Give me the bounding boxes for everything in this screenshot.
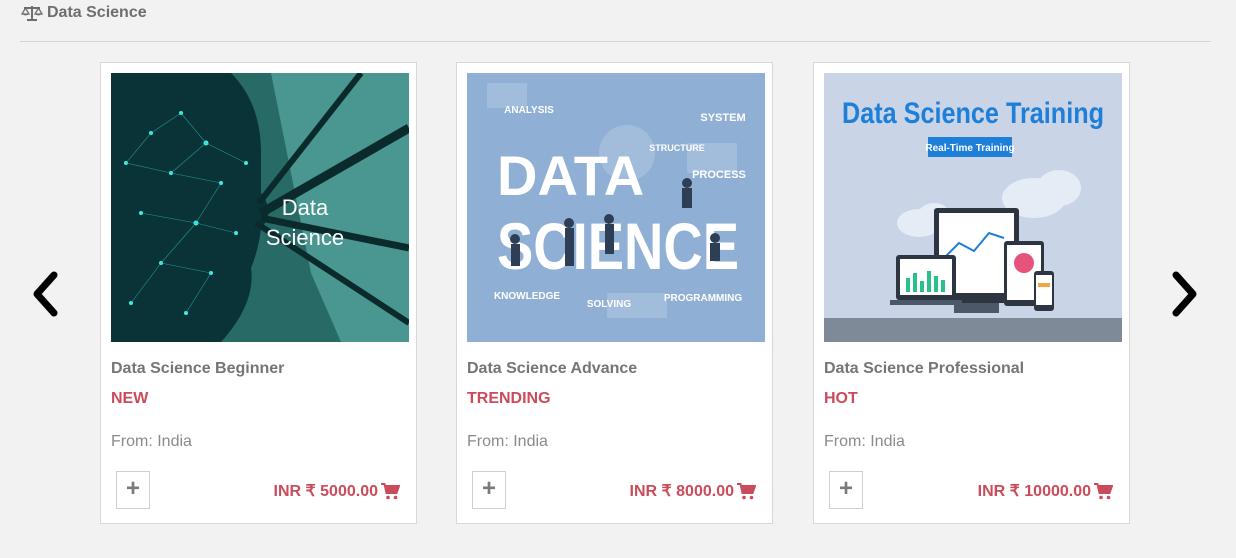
course-card[interactable]: Data Science Data Science Beginner NEW F… <box>100 62 417 524</box>
svg-text:SYSTEM: SYSTEM <box>700 112 745 124</box>
svg-text:PROGRAMMING: PROGRAMMING <box>664 293 743 304</box>
add-button[interactable]: + <box>116 471 150 509</box>
svg-text:Science: Science <box>266 225 344 250</box>
course-title[interactable]: Data Science Professional <box>824 360 1024 378</box>
course-image-beginner[interactable]: Data Science <box>111 73 409 342</box>
price-label: INR ₹ 5000.00 <box>273 483 378 500</box>
course-image-advance[interactable]: ANALYSIS SYSTEM STRUCTURE PROCESS DATA S… <box>467 73 765 342</box>
svg-text:Data: Data <box>282 195 329 220</box>
add-button[interactable]: + <box>829 471 863 509</box>
course-origin: From: India <box>467 433 548 450</box>
svg-text:PROCESS: PROCESS <box>692 169 746 181</box>
svg-text:SCIENCE: SCIENCE <box>497 209 739 283</box>
svg-text:ANALYSIS: ANALYSIS <box>504 105 554 116</box>
course-origin: From: India <box>111 433 192 450</box>
svg-text:Real-Time Training: Real-Time Training <box>925 143 1014 154</box>
carousel-prev-button[interactable] <box>30 270 62 318</box>
course-image-professional[interactable]: Data Science Training Real-Time Training <box>824 73 1122 342</box>
add-to-cart-price[interactable]: INR ₹ 10000.00 <box>977 481 1114 501</box>
price-label: INR ₹ 10000.00 <box>977 483 1091 500</box>
course-card[interactable]: ANALYSIS SYSTEM STRUCTURE PROCESS DATA S… <box>456 62 773 524</box>
section-header: Data Science <box>20 0 1211 42</box>
status-badge: NEW <box>111 390 149 407</box>
svg-text:STRUCTURE: STRUCTURE <box>649 143 705 153</box>
balance-scale-icon <box>20 5 44 21</box>
shopping-cart-icon <box>737 482 757 500</box>
course-title[interactable]: Data Science Beginner <box>111 360 284 378</box>
price-label: INR ₹ 8000.00 <box>629 483 734 500</box>
status-badge: HOT <box>824 390 858 407</box>
add-to-cart-price[interactable]: INR ₹ 8000.00 <box>629 481 757 501</box>
svg-text:DATA: DATA <box>497 144 644 207</box>
course-card[interactable]: Data Science Training Real-Time Training <box>813 62 1130 524</box>
status-badge: TRENDING <box>467 390 551 407</box>
carousel-next-button[interactable] <box>1168 270 1200 318</box>
chevron-right-icon <box>1172 271 1197 317</box>
section-title: Data Science <box>47 4 147 21</box>
course-origin: From: India <box>824 433 905 450</box>
shopping-cart-icon <box>381 482 401 500</box>
svg-text:KNOWLEDGE: KNOWLEDGE <box>494 291 560 302</box>
svg-text:SOLVING: SOLVING <box>587 299 631 310</box>
add-to-cart-price[interactable]: INR ₹ 5000.00 <box>273 481 401 501</box>
shopping-cart-icon <box>1094 482 1114 500</box>
course-title[interactable]: Data Science Advance <box>467 360 637 378</box>
add-button[interactable]: + <box>472 471 506 509</box>
chevron-left-icon <box>33 271 58 317</box>
svg-text:Data Science Training: Data Science Training <box>842 97 1104 130</box>
